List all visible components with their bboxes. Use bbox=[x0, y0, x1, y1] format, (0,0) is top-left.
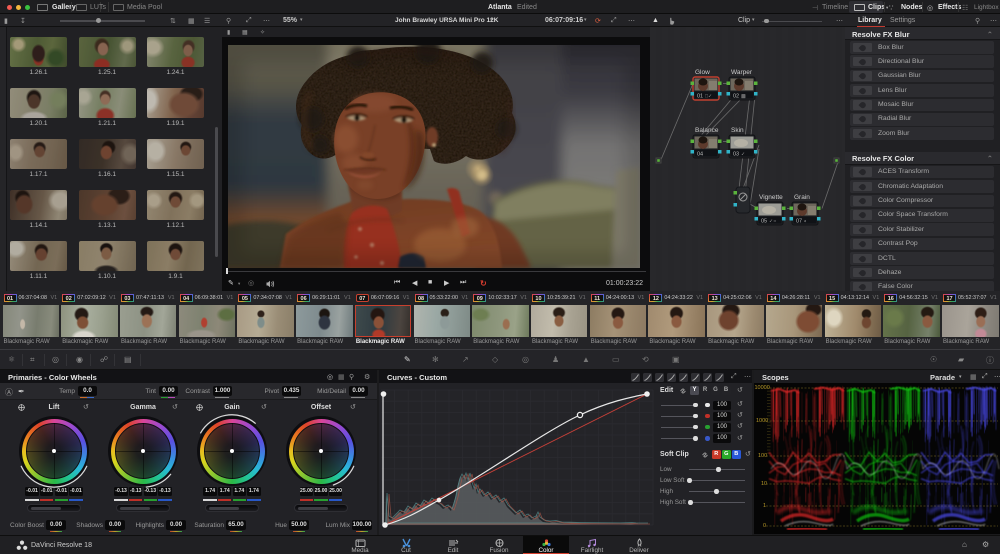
svg-text:Glow: Glow bbox=[695, 69, 710, 76]
svg-text:◐: ◐ bbox=[804, 219, 807, 225]
svg-text:07: 07 bbox=[796, 219, 802, 225]
svg-text:Balance: Balance bbox=[695, 127, 719, 134]
svg-text:03: 03 bbox=[733, 152, 739, 158]
svg-text:▩: ▩ bbox=[741, 94, 746, 100]
svg-text:02: 02 bbox=[733, 94, 739, 100]
svg-text:✓: ✓ bbox=[741, 152, 745, 158]
svg-text:01: 01 bbox=[697, 94, 703, 100]
svg-text:□✓: □✓ bbox=[705, 94, 712, 100]
svg-text:Warper: Warper bbox=[731, 69, 753, 76]
svg-text:Vignette: Vignette bbox=[759, 194, 783, 201]
svg-text:05: 05 bbox=[761, 219, 767, 225]
svg-text:04: 04 bbox=[697, 152, 703, 158]
svg-text:Skin: Skin bbox=[731, 127, 744, 134]
svg-text:Grain: Grain bbox=[794, 194, 810, 201]
svg-text:✓○: ✓○ bbox=[769, 219, 776, 225]
